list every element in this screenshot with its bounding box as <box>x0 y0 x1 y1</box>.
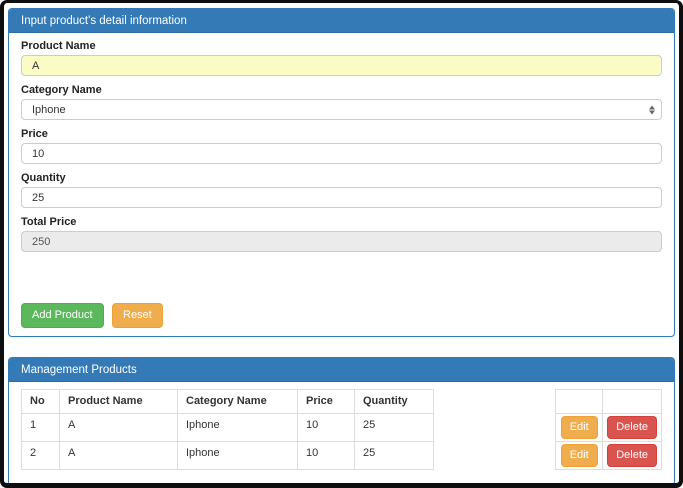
edit-cell: Edit <box>556 442 603 470</box>
product-name-label: Product Name <box>21 40 662 52</box>
header-edit-empty <box>556 390 603 414</box>
actions-row: Edit Delete <box>556 442 662 470</box>
management-products-panel: Management Products No Product Name Cate… <box>8 357 675 488</box>
cell-category-name: Iphone <box>178 414 298 442</box>
page: Input product's detail information Produ… <box>0 0 683 488</box>
total-price-input <box>21 231 662 252</box>
add-product-button[interactable]: Add Product <box>21 303 104 328</box>
total-price-group: Total Price <box>21 216 662 252</box>
cell-product-name: A <box>60 414 178 442</box>
product-name-input[interactable] <box>21 55 662 76</box>
table-row: 2 A Iphone 10 25 <box>22 442 434 470</box>
price-group: Price <box>21 128 662 164</box>
delete-cell: Delete <box>603 442 662 470</box>
category-name-select[interactable]: Iphone <box>21 99 662 120</box>
delete-button[interactable]: Delete <box>607 416 657 439</box>
input-product-panel: Input product's detail information Produ… <box>8 8 675 337</box>
products-table: No Product Name Category Name Price Quan… <box>21 389 434 470</box>
total-price-label: Total Price <box>21 216 662 228</box>
panel-gap <box>8 337 675 357</box>
header-product-name: Product Name <box>60 390 178 414</box>
category-name-group: Category Name Iphone <box>21 84 662 120</box>
category-selected-option: Iphone <box>32 104 66 116</box>
row-actions-table: Edit Delete Edit Delete <box>555 389 662 470</box>
cell-no: 1 <box>22 414 60 442</box>
delete-cell: Delete <box>603 414 662 442</box>
header-category-name: Category Name <box>178 390 298 414</box>
form-actions: Add Product Reset <box>21 303 662 328</box>
header-delete-empty <box>603 390 662 414</box>
management-panel-body: No Product Name Category Name Price Quan… <box>9 382 674 488</box>
edit-button[interactable]: Edit <box>561 416 598 439</box>
header-price: Price <box>298 390 355 414</box>
edit-cell: Edit <box>556 414 603 442</box>
input-panel-title: Input product's detail information <box>9 9 674 33</box>
cell-product-name: A <box>60 442 178 470</box>
management-panel-title: Management Products <box>9 358 674 382</box>
input-panel-body: Product Name Category Name Iphone Price <box>9 33 674 336</box>
price-input[interactable] <box>21 143 662 164</box>
product-name-group: Product Name <box>21 40 662 76</box>
actions-row: Edit Delete <box>556 414 662 442</box>
edit-button[interactable]: Edit <box>561 444 598 467</box>
quantity-group: Quantity <box>21 172 662 208</box>
cell-price: 10 <box>298 442 355 470</box>
cell-category-name: Iphone <box>178 442 298 470</box>
header-no: No <box>22 390 60 414</box>
category-name-label: Category Name <box>21 84 662 96</box>
products-table-header-row: No Product Name Category Name Price Quan… <box>22 390 434 414</box>
actions-header-row <box>556 390 662 414</box>
reset-button[interactable]: Reset <box>112 303 163 328</box>
delete-button[interactable]: Delete <box>607 444 657 467</box>
cell-quantity: 25 <box>355 414 434 442</box>
select-stepper-icon <box>649 105 655 114</box>
cell-no: 2 <box>22 442 60 470</box>
cell-quantity: 25 <box>355 442 434 470</box>
header-quantity: Quantity <box>355 390 434 414</box>
price-label: Price <box>21 128 662 140</box>
table-row: 1 A Iphone 10 25 <box>22 414 434 442</box>
quantity-input[interactable] <box>21 187 662 208</box>
cell-price: 10 <box>298 414 355 442</box>
quantity-label: Quantity <box>21 172 662 184</box>
